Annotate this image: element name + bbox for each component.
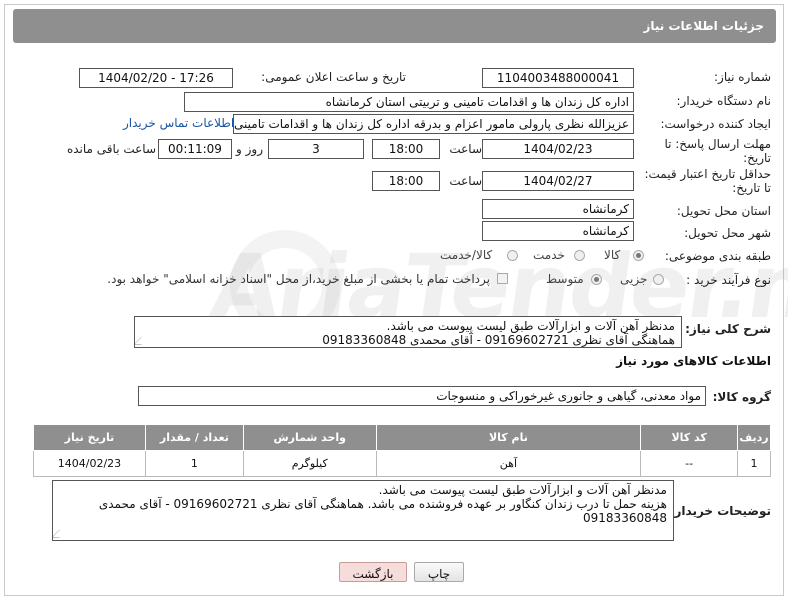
- need-number-label: شماره نیاز:: [714, 70, 771, 84]
- need-number-field: 1104003488000041: [482, 68, 634, 88]
- table-header-row: ردیف کد کالا نام کالا واحد شمارش تعداد /…: [33, 424, 771, 451]
- validity-time-label: ساعت: [449, 174, 482, 188]
- treasury-payment-note: پرداخت تمام یا بخشی از مبلغ خرید،از محل …: [107, 272, 490, 286]
- goods-group-label: گروه کالا:: [712, 390, 771, 404]
- validity-date-field: 1404/02/27: [482, 171, 634, 191]
- buyer-notes-label: توضیحات خریدار:: [669, 504, 771, 518]
- validity-time-field: 18:00: [372, 171, 440, 191]
- buyer-org-label: نام دستگاه خریدار:: [676, 94, 772, 108]
- buyer-notes-line-1: مدنظر آهن آلات و ابزارآلات طبق لیست پیوس…: [378, 483, 667, 497]
- col-header-row-number: ردیف: [737, 424, 771, 451]
- buyer-org-field: اداره کل زندان ها و اقدامات تامینی و ترب…: [184, 92, 634, 112]
- print-button[interactable]: چاپ: [414, 562, 464, 582]
- deadline-time-label: ساعت: [449, 142, 482, 156]
- cell-unit: کیلوگرم: [242, 450, 377, 477]
- province-field: کرمانشاه: [482, 199, 634, 219]
- category-option-goods: کالا: [604, 248, 621, 262]
- category-radio-goods[interactable]: [633, 250, 644, 261]
- days-label: روز و: [236, 142, 263, 156]
- cell-need-date: 1404/02/23: [33, 450, 146, 477]
- category-radio-goods-service[interactable]: [507, 250, 518, 261]
- deadline-label-line1: مهلت ارسال پاسخ: تا: [664, 137, 771, 151]
- province-label: استان محل تحویل:: [676, 204, 771, 218]
- process-radio-medium[interactable]: [591, 274, 602, 285]
- buyer-notes-line-3: 09183360848: [583, 511, 667, 525]
- category-option-service: خدمت: [533, 248, 565, 262]
- col-header-unit: واحد شمارش: [242, 424, 377, 451]
- col-header-item-name: نام کالا: [375, 424, 642, 451]
- treasury-payment-checkbox[interactable]: [497, 273, 508, 284]
- page-title: جزئیات اطلاعات نیاز: [643, 19, 764, 33]
- buyer-notes-line-2: هزینه حمل تا درب زندان کنگاور بر عهده فر…: [98, 497, 667, 511]
- col-header-quantity: تعداد / مقدار: [144, 424, 244, 451]
- cell-quantity: 1: [144, 450, 244, 477]
- resize-grip-icon[interactable]: [53, 530, 67, 538]
- city-label: شهر محل تحویل:: [684, 226, 771, 240]
- deadline-date-field: 1404/02/23: [482, 139, 634, 159]
- process-option-medium: متوسط: [546, 272, 584, 286]
- buyer-contact-link[interactable]: اطلاعات تماس خریدار: [123, 116, 234, 130]
- category-option-goods-service: کالا/خدمت: [440, 248, 493, 262]
- deadline-label-line2: تاریخ:: [743, 151, 771, 165]
- back-button[interactable]: بازگشت: [339, 562, 407, 582]
- goods-table: ردیف کد کالا نام کالا واحد شمارش تعداد /…: [33, 424, 771, 477]
- description-line-1: مدنظر آهن آلات و ابزارآلات طبق لیست پیوس…: [386, 319, 675, 333]
- process-radio-minor[interactable]: [653, 274, 664, 285]
- announce-label: تاریخ و ساعت اعلان عمومی:: [261, 70, 406, 84]
- cell-item-code: --: [640, 450, 739, 477]
- category-label: طبقه بندی موضوعی:: [664, 249, 771, 263]
- days-remaining-field: 3: [268, 139, 364, 159]
- description-line-2: هماهنگی آقای نظری 09169602721 - آقای محم…: [322, 333, 675, 347]
- validity-label-line2: تا تاریخ:: [732, 181, 771, 195]
- cell-row-number: 1: [737, 450, 771, 477]
- col-header-need-date: تاریخ نیاز: [33, 424, 146, 451]
- goods-section-title: اطلاعات کالاهای مورد نیاز: [616, 354, 771, 368]
- buyer-notes-textarea[interactable]: مدنظر آهن آلات و ابزارآلات طبق لیست پیوس…: [52, 480, 674, 541]
- process-label: نوع فرآیند خرید :: [686, 273, 771, 287]
- description-label: شرح کلی نیاز:: [685, 322, 771, 336]
- cell-item-name: آهن: [375, 450, 642, 477]
- remaining-time-field: 00:11:09: [158, 139, 232, 159]
- process-option-minor: جزیی: [620, 272, 648, 286]
- announce-datetime-field: 1404/02/20 - 17:26: [79, 68, 233, 88]
- goods-group-field: مواد معدنی، گیاهی و جانوری غیرخوراکی و م…: [138, 386, 706, 406]
- header-bar: جزئیات اطلاعات نیاز: [13, 9, 776, 43]
- validity-label-line1: حداقل تاریخ اعتبار قیمت:: [644, 167, 771, 181]
- col-header-item-code: کد کالا: [640, 424, 739, 451]
- table-row: 1 -- آهن کیلوگرم 1 1404/02/23: [33, 450, 771, 477]
- requester-label: ایجاد کننده درخواست:: [660, 117, 771, 131]
- deadline-time-field: 18:00: [372, 139, 440, 159]
- description-textarea[interactable]: مدنظر آهن آلات و ابزارآلات طبق لیست پیوس…: [134, 316, 682, 348]
- category-radio-service[interactable]: [574, 250, 585, 261]
- remaining-time-label: ساعت باقی مانده: [66, 142, 156, 156]
- city-field: کرمانشاه: [482, 221, 634, 241]
- requester-field: عزیزالله نظری پارولی مامور اعزام و بدرقه…: [233, 114, 634, 134]
